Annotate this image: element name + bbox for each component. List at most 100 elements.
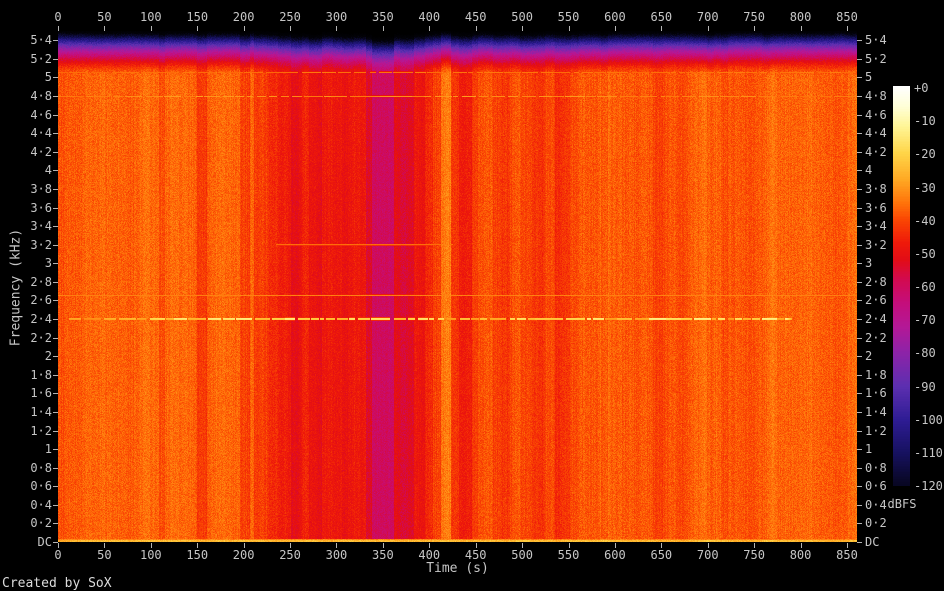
x-tick-label-top: 150 (186, 10, 209, 24)
x-tick-label-bottom: 550 (557, 548, 580, 562)
x-tick-top (475, 26, 477, 31)
x-tick-label-bottom: 0 (54, 548, 62, 562)
x-tick-top (429, 26, 431, 31)
x-tick-top (243, 26, 245, 31)
x-tick-label-top: 400 (418, 10, 441, 24)
y-tick-label-left: 4·4 (30, 126, 52, 141)
y-tick-label-right: 2·8 (865, 274, 887, 289)
y-tick-label-right: 3 (865, 256, 873, 271)
x-axis-title: Time (s) (426, 561, 489, 576)
y-tick-label-left: 0·8 (30, 460, 52, 475)
y-tick-right (857, 411, 862, 413)
x-tick-top (58, 26, 59, 31)
y-tick-left (53, 170, 58, 172)
credit-text: Created by SoX (2, 576, 112, 591)
colorbar-tick-label: +0 (914, 81, 929, 95)
y-tick-label-right: DC (865, 535, 880, 549)
y-tick-left (53, 467, 58, 469)
y-tick-label-left: 3·2 (30, 237, 52, 252)
colorbar-tick-label: -80 (914, 346, 936, 361)
y-tick-label-right: 2·2 (865, 330, 887, 345)
y-tick-label-left: 3·6 (30, 200, 52, 215)
spectrogram-canvas (58, 31, 857, 542)
y-tick-left (53, 207, 58, 209)
y-tick-right (857, 542, 862, 543)
y-tick-left (53, 114, 58, 116)
y-tick-right (857, 486, 862, 488)
y-tick-label-right: 3·8 (865, 181, 887, 196)
y-tick-label-right: 3·2 (865, 237, 887, 252)
y-tick-left (53, 133, 58, 135)
colorbar-tick-label: -90 (914, 379, 936, 394)
x-tick-top (754, 26, 756, 31)
y-tick-label-left: 1 (44, 442, 52, 457)
y-tick-left (53, 356, 58, 358)
y-tick-label-right: 3·4 (865, 219, 887, 234)
x-tick-label-bottom: 700 (696, 548, 719, 562)
y-tick-label-right: 5 (865, 70, 873, 85)
y-tick-right (857, 281, 862, 283)
colorbar-tick-label: -30 (914, 180, 936, 195)
y-tick-left (53, 319, 58, 321)
y-tick-right (857, 114, 862, 116)
y-tick-left (53, 151, 58, 153)
y-tick-left (53, 542, 58, 543)
y-tick-label-right: 1 (865, 442, 873, 457)
y-tick-right (857, 58, 862, 60)
y-tick-label-right: 0·6 (865, 479, 887, 494)
x-tick-label-bottom: 500 (511, 548, 533, 562)
colorbar-tick-label: -110 (914, 445, 943, 460)
y-tick-left (53, 40, 58, 42)
x-tick-label-top: 600 (604, 10, 626, 24)
y-tick-right (857, 226, 862, 228)
colorbar-tick-label: -50 (914, 246, 936, 261)
x-tick-label-bottom: 150 (186, 548, 209, 562)
y-tick-label-left: 0·4 (30, 497, 52, 512)
y-tick-left (53, 188, 58, 190)
y-tick-label-right: 5·4 (865, 33, 887, 48)
x-tick-label-top: 300 (325, 10, 348, 24)
x-tick-top (800, 26, 802, 31)
y-tick-right (857, 467, 862, 469)
y-tick-left (53, 281, 58, 283)
y-tick-label-left: 4·6 (30, 107, 52, 122)
x-tick-label-bottom: 250 (279, 548, 301, 562)
y-tick-label-left: 5 (44, 70, 52, 85)
x-tick-label-top: 100 (139, 10, 162, 24)
y-tick-label-left: 2·2 (30, 330, 52, 345)
y-tick-label-left: 3·4 (30, 219, 52, 234)
y-tick-left (53, 411, 58, 413)
x-tick-label-bottom: 650 (650, 548, 673, 562)
y-tick-right (857, 133, 862, 135)
x-tick-label-bottom: 350 (372, 548, 394, 562)
y-tick-right (857, 40, 862, 42)
y-tick-label-left: 1·4 (30, 404, 52, 419)
y-tick-left (53, 244, 58, 246)
x-tick-label-bottom: 600 (604, 548, 626, 562)
x-tick-label-top: 500 (511, 10, 533, 24)
x-tick-label-bottom: 200 (232, 548, 255, 562)
colorbar-tick-label: -60 (914, 280, 936, 295)
y-tick-label-right: 2·6 (865, 293, 887, 308)
y-tick-label-left: 2·8 (30, 274, 52, 289)
y-tick-right (857, 207, 862, 209)
y-tick-label-left: 3·8 (30, 181, 52, 196)
x-tick-label-bottom: 100 (139, 548, 162, 562)
x-tick-top (104, 26, 106, 31)
x-tick-label-top: 550 (557, 10, 580, 24)
y-tick-right (857, 170, 862, 172)
x-tick-top (661, 26, 663, 31)
y-tick-right (857, 393, 862, 395)
x-tick-label-top: 200 (232, 10, 255, 24)
y-tick-label-right: 0·4 (865, 497, 887, 512)
y-tick-label-right: 1·4 (865, 404, 887, 419)
y-tick-left (53, 504, 58, 506)
y-tick-left (53, 337, 58, 339)
y-tick-left (53, 430, 58, 432)
y-tick-right (857, 319, 862, 321)
y-tick-right (857, 244, 862, 246)
y-tick-label-right: 1·2 (865, 423, 887, 438)
y-tick-label-right: 4·4 (865, 126, 887, 141)
x-tick-label-top: 350 (372, 10, 394, 24)
y-tick-right (857, 337, 862, 339)
